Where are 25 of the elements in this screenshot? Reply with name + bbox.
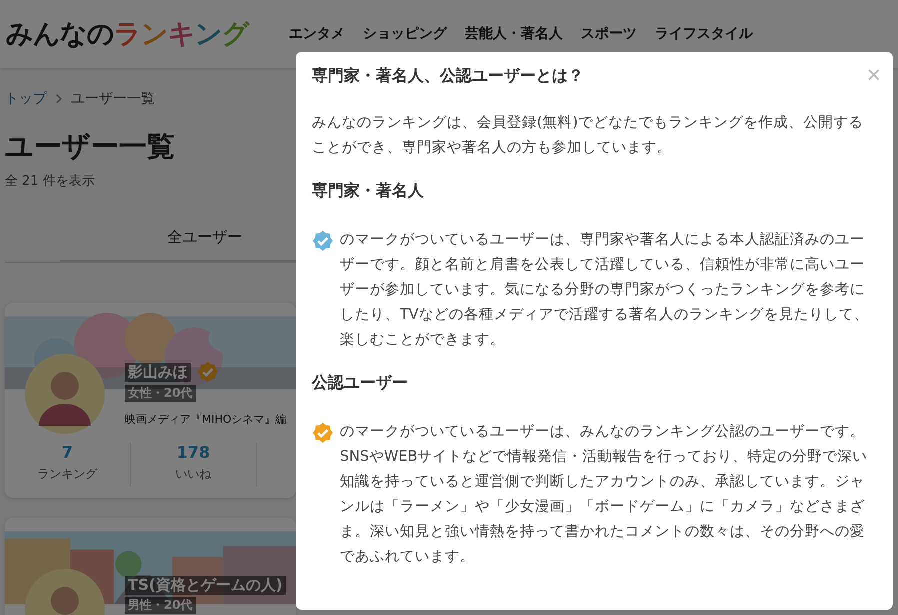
page-title: ユーザー一覧 (5, 129, 175, 165)
user-card[interactable]: 影山みほ 女性・20代 映画メディア『MIHOシネマ』編 7 ランキング 178 いいね (5, 303, 296, 498)
stat-value: 178 (176, 443, 210, 462)
nav-link[interactable]: ショッピング (363, 25, 447, 43)
nav-link[interactable]: エンタメ (289, 25, 345, 43)
nav-link[interactable]: 芸能人・著名人 (465, 25, 563, 43)
paragraph: みんなのランキングは、会員登録(無料)でどなたでもランキングを作成、公開することができ、専門家や著名人の方も参加しています。 (312, 114, 864, 158)
result-count: 全 21 件を表示 (5, 173, 96, 190)
nav-link[interactable]: ライフスタイル (655, 25, 753, 43)
chevron-right-icon (55, 94, 63, 104)
section-heading: 公認ユーザー (312, 373, 409, 394)
breadcrumb-link[interactable]: トップ (5, 90, 47, 108)
breadcrumb-link[interactable]: ユーザー一覧 (71, 90, 155, 108)
user-description: 映画メディア『MIHOシネマ』編 (125, 412, 287, 427)
user-card[interactable]: TS(資格とゲームの人) 男性・20代 (5, 518, 296, 615)
official-badge-icon (312, 422, 334, 444)
stat-label: ランキング (38, 466, 98, 483)
section-heading: 専門家・著名人 (312, 181, 425, 202)
verified-badge-icon (312, 230, 334, 252)
paragraph: のマークがついているユーザーは、みんなのランキング公認のユーザーです。SNSやWEBサイトなどで情報発信・活動報告を行っており、特定の分野で深い知識を持っていると運営側で判断したアカウントのみ、承認しています。ジャンルは「ラーメン」や「少女漫画」「ボードゲーム」に「カメラ」などさまざま。深い知見と強い情熱を持って書かれたコメントの数々は、その分野への愛であふれています。 (340, 423, 869, 567)
dialog-title: 専門家・著名人、公認ユーザーとは？ (312, 66, 585, 87)
stat-label: いいね (176, 466, 212, 483)
site-logo[interactable]: みんなのランキング (6, 16, 249, 52)
nav-link[interactable]: スポーツ (581, 25, 637, 43)
stat-value: 7 (62, 443, 74, 462)
